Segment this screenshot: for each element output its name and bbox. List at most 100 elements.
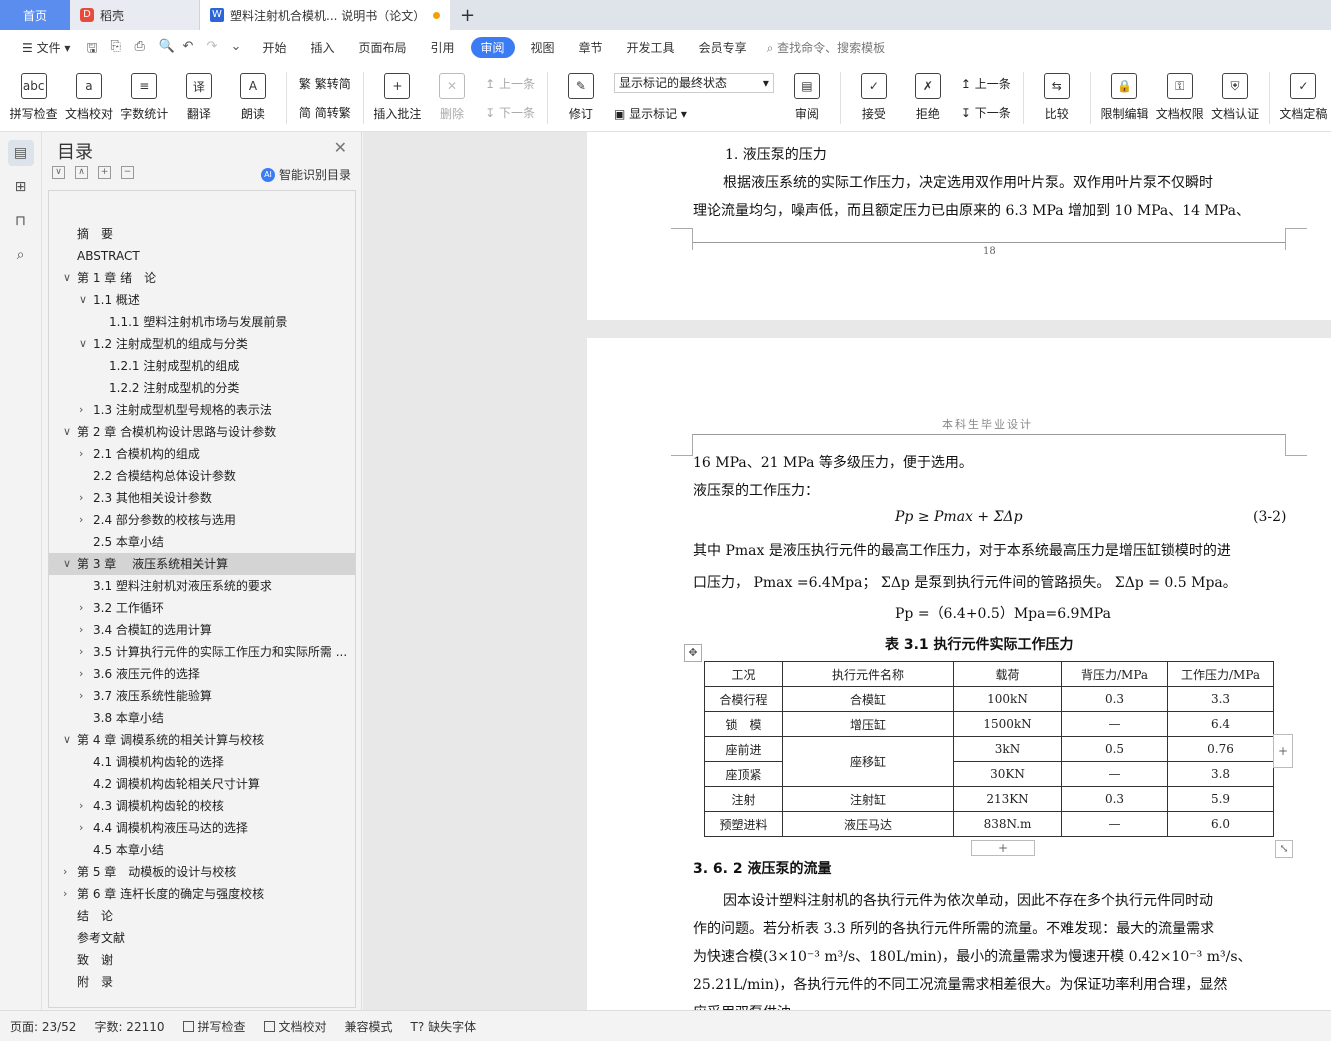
chevron-right-icon[interactable]: ›	[79, 509, 83, 531]
toc-item[interactable]: ∨ 第 3 章 液压系统相关计算	[49, 553, 355, 575]
toc-item[interactable]: 2.2 合模结构总体设计参数	[49, 465, 355, 487]
table-cell[interactable]: 0.3	[1061, 686, 1168, 712]
toc-item[interactable]: 1.2.2 注射成型机的分类	[49, 377, 355, 399]
add-row-icon[interactable]: +	[971, 840, 1035, 856]
table-cell[interactable]: 0.5	[1061, 736, 1168, 762]
chevron-down-icon[interactable]: ∨	[63, 729, 71, 751]
toc-item[interactable]: 4.2 调模机构齿轮相关尺寸计算	[49, 773, 355, 795]
add-level-icon[interactable]: +	[98, 166, 111, 179]
table-cell[interactable]: 6.0	[1167, 811, 1274, 837]
toc-item[interactable]: 2.5 本章小结	[49, 531, 355, 553]
search-icon[interactable]: ⌕	[8, 242, 34, 268]
command-search[interactable]: ⌕ 查找命令、搜索模板	[767, 39, 886, 56]
trad-to-simp-button[interactable]: 繁 繁转简	[299, 75, 351, 92]
toc-item[interactable]: 附 录	[49, 971, 355, 993]
word-count[interactable]: 字数: 22110	[94, 1018, 164, 1035]
toc-item[interactable]: › 3.2 工作循环	[49, 597, 355, 619]
chevron-right-icon[interactable]: ›	[63, 883, 67, 905]
toc-item[interactable]: ∨ 1.1 概述	[49, 289, 355, 311]
table-cell[interactable]: 0.3	[1061, 786, 1168, 812]
prev-change-button[interactable]: ↥ 上一条	[961, 75, 1011, 92]
new-tab-button[interactable]: +	[450, 0, 485, 30]
chevron-right-icon[interactable]: ›	[79, 619, 83, 641]
menu-view[interactable]: 视图	[519, 39, 567, 56]
add-column-icon[interactable]: +	[1273, 734, 1293, 768]
toc-item[interactable]: 4.1 调模机构齿轮的选择	[49, 751, 355, 773]
toc-item[interactable]: 4.5 本章小结	[49, 839, 355, 861]
format-painter-icon[interactable]: ⎘	[110, 39, 126, 55]
collapse-all-icon[interactable]: ∨	[52, 166, 65, 179]
status-spellcheck[interactable]: 拼写检查	[182, 1018, 246, 1035]
table-cell[interactable]: 6.4	[1167, 711, 1274, 737]
table-cell[interactable]: 座前进	[704, 736, 783, 762]
table-cell[interactable]: 注射	[704, 786, 783, 812]
table-cell[interactable]: 液压马达	[782, 811, 954, 837]
next-comment-button[interactable]: ↧ 下一条	[485, 104, 535, 121]
table-header-cell[interactable]: 执行元件名称	[782, 661, 954, 687]
print-preview-icon[interactable]: 🔍	[158, 39, 174, 55]
table-cell[interactable]: 838N.m	[953, 811, 1062, 837]
delete-comment-button[interactable]: ✕ 删除	[429, 68, 475, 128]
restrict-edit-button[interactable]: 🔒 限制编辑	[1100, 68, 1148, 128]
toc-item[interactable]: 3.8 本章小结	[49, 707, 355, 729]
menu-member[interactable]: 会员专享	[687, 39, 759, 56]
show-markup-button[interactable]: ▣ 显示标记 ▾	[614, 105, 774, 122]
menu-reference[interactable]: 引用	[418, 39, 466, 56]
chevron-right-icon[interactable]: ›	[79, 641, 83, 663]
table-cell[interactable]: 1500kN	[953, 711, 1062, 737]
review-pane-button[interactable]: ▤ 审阅	[784, 68, 830, 128]
table-cell[interactable]: 注射缸	[782, 786, 954, 812]
prev-comment-button[interactable]: ↥ 上一条	[485, 75, 535, 92]
move-table-icon[interactable]: ✥	[684, 644, 702, 662]
more-icon[interactable]: ⌄	[230, 39, 246, 55]
menu-start[interactable]: 开始	[250, 39, 298, 56]
chevron-down-icon[interactable]: ∨	[79, 333, 87, 355]
translate-button[interactable]: 译翻译	[176, 68, 222, 128]
status-proof[interactable]: 文档校对	[263, 1018, 327, 1035]
chevron-right-icon[interactable]: ›	[79, 817, 83, 839]
reject-button[interactable]: ✗ 拒绝	[905, 68, 951, 128]
toc-item[interactable]: ∨ 1.2 注射成型机的组成与分类	[49, 333, 355, 355]
chevron-right-icon[interactable]: ›	[79, 663, 83, 685]
table-cell[interactable]: 预塑进料	[704, 811, 783, 837]
chevron-right-icon[interactable]: ›	[79, 685, 83, 707]
table-cell[interactable]: 0.76	[1167, 736, 1274, 762]
word-count-button[interactable]: ≡ 字数统计	[120, 68, 168, 128]
tab-home[interactable]: 首页	[0, 0, 70, 30]
table-cell[interactable]: 3.3	[1167, 686, 1274, 712]
toc-item[interactable]: › 2.4 部分参数的校核与选用	[49, 509, 355, 531]
menu-insert[interactable]: 插入	[298, 39, 346, 56]
table-cell[interactable]: 合模缸	[782, 686, 954, 712]
doc-proof-button[interactable]: a 文档校对	[65, 68, 113, 128]
toc-item[interactable]: 致 谢	[49, 949, 355, 971]
chevron-right-icon[interactable]: ›	[79, 795, 83, 817]
table-cell[interactable]: 座顶紧	[704, 761, 783, 787]
toc-item[interactable]: › 2.3 其他相关设计参数	[49, 487, 355, 509]
toc-item[interactable]: › 第 6 章 连杆长度的确定与强度校核	[49, 883, 355, 905]
resize-table-icon[interactable]: ⤡	[1275, 840, 1293, 858]
table-header-cell[interactable]: 载荷	[953, 661, 1062, 687]
table-cell[interactable]: 3kN	[953, 736, 1062, 762]
menu-layout[interactable]: 页面布局	[346, 39, 418, 56]
toc-panel-icon[interactable]: ▤	[7, 140, 34, 166]
chevron-right-icon[interactable]: ›	[79, 399, 83, 421]
toc-item[interactable]: ∨ 第 4 章 调模系统的相关计算与校核	[49, 729, 355, 751]
toc-item[interactable]: › 2.1 合模机构的组成	[49, 443, 355, 465]
table-cell[interactable]: —	[1061, 711, 1168, 737]
toc-item[interactable]: › 3.5 计算执行元件的实际工作压力和实际所需 ...	[49, 641, 355, 663]
toc-item[interactable]: 结 论	[49, 905, 355, 927]
toc-item[interactable]: 1.2.1 注射成型机的组成	[49, 355, 355, 377]
compare-button[interactable]: ⇆ 比较	[1034, 68, 1080, 128]
read-aloud-button[interactable]: A 朗读	[230, 68, 276, 128]
revise-button[interactable]: ✎ 修订	[558, 68, 604, 128]
toc-item[interactable]: › 第 5 章 动模板的设计与校核	[49, 861, 355, 883]
toc-item[interactable]: › 3.6 液压元件的选择	[49, 663, 355, 685]
table-cell[interactable]: 3.8	[1167, 761, 1274, 787]
toc-item[interactable]: 摘 要	[49, 223, 355, 245]
remove-level-icon[interactable]: −	[121, 166, 134, 179]
doc-permission-button[interactable]: ⚿ 文档权限	[1156, 68, 1204, 128]
toc-item[interactable]: 参考文献	[49, 927, 355, 949]
toc-item[interactable]: 1.1.1 塑料注射机市场与发展前景	[49, 311, 355, 333]
tab-daoke[interactable]: D 稻壳	[70, 0, 200, 30]
toc-item[interactable]: › 3.4 合模缸的选用计算	[49, 619, 355, 641]
